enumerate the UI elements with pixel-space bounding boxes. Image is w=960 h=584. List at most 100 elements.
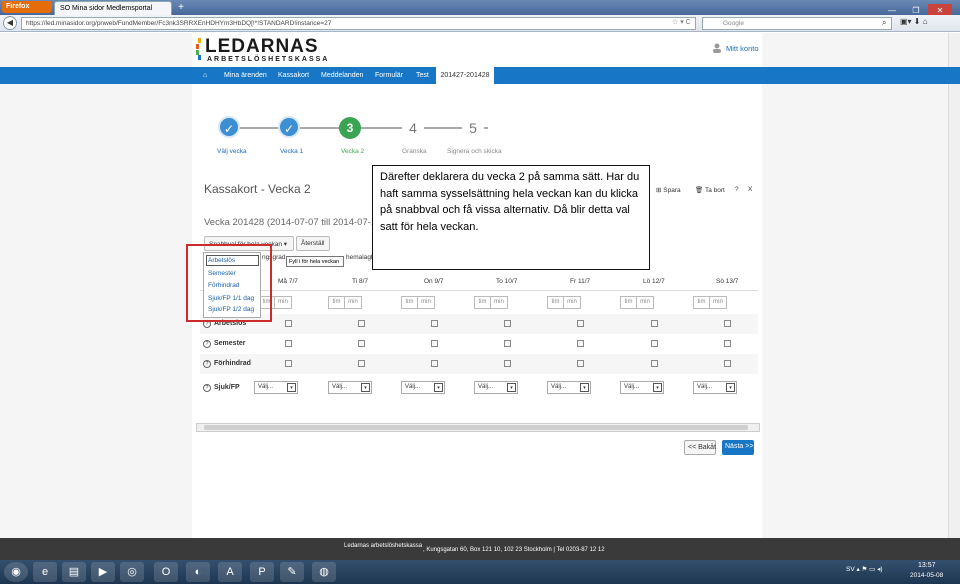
time-input[interactable]: tim min [547,296,581,309]
day-checkbox[interactable] [724,340,731,347]
sick-select[interactable]: Välj... ▾ [474,381,518,394]
sick-select[interactable]: Välj... ▾ [547,381,591,394]
help-icon[interactable]: ? [203,340,211,348]
app-icon[interactable]: ◍ [312,562,336,582]
search-input[interactable]: Google [702,17,892,30]
delete-button[interactable]: 🗑 Ta bort [695,186,725,194]
save-button[interactable]: ⊞ Spara [656,186,681,194]
day-checkbox[interactable] [651,340,658,347]
day-checkbox[interactable] [358,320,365,327]
logo-bars-icon [196,38,201,60]
step-label-granska: Granska [402,148,427,155]
time-input[interactable]: tim min [693,296,727,309]
chrome-icon[interactable]: ◎ [120,562,144,582]
firefox-icon[interactable]: ◐ [186,562,210,582]
nav-active-tab[interactable]: 201427-201428 [436,67,494,84]
day-checkbox[interactable] [285,360,292,367]
sick-select[interactable]: Välj... ▾ [620,381,664,394]
ie-icon[interactable]: e [33,562,57,582]
close-button[interactable]: X [748,186,752,193]
footer-org: Ledarnas arbetslöshetskassa [344,543,423,549]
step-label-vecka-1[interactable]: Vecka 1 [280,148,303,155]
step-label-valj-vecka[interactable]: Välj vecka [217,148,247,155]
day-checkbox[interactable] [504,320,511,327]
day-checkbox[interactable] [504,360,511,367]
start-button-icon[interactable]: ◉ [4,562,28,582]
media-player-icon[interactable]: ▶ [91,562,115,582]
day-header-tue: Ti 8/7 [352,278,369,285]
outlook-icon[interactable]: O [154,562,178,582]
search-icon[interactable]: ⌕ [882,18,886,28]
firefox-menu-button[interactable]: Firefox [2,1,52,13]
day-checkbox[interactable] [504,340,511,347]
day-checkbox[interactable] [577,320,584,327]
help-icon[interactable]: ? [203,384,211,392]
sick-select[interactable]: Välj... ▾ [693,381,737,394]
next-button[interactable]: Nästa >> [722,440,754,455]
back-button[interactable]: << Bakåt [684,440,716,455]
acrobat-icon[interactable]: A [218,562,242,582]
nav-kassakort[interactable]: Kassakort [278,72,309,79]
paint-icon[interactable]: ✎ [280,562,304,582]
home-icon[interactable]: ⌂ [203,72,207,79]
clock-date[interactable]: 2014-05-08 [910,572,943,579]
step-label-vecka-2: Vecka 2 [341,148,365,155]
user-icon [713,43,721,53]
day-checkbox[interactable] [577,340,584,347]
time-input[interactable]: tim min [401,296,435,309]
day-header-sat: Lö 12/7 [643,278,665,285]
navigation-toolbar: ◀ https://led.minasidor.org/pnweb/FundMe… [0,15,960,32]
day-checkbox[interactable] [431,340,438,347]
time-input[interactable]: tim min [620,296,654,309]
my-account-link[interactable]: Mitt konto [726,44,759,53]
folder-icon[interactable]: ▤ [62,562,86,582]
time-input[interactable]: tim min [474,296,508,309]
day-checkbox[interactable] [285,340,292,347]
day-checkbox[interactable] [577,360,584,367]
day-header-fri: Fr 11/7 [570,278,591,285]
table-row [200,314,758,334]
nav-formular[interactable]: Formulär [375,72,403,79]
column-header-partial-2: hemalagt [346,254,373,261]
tray-language[interactable]: SV ▴ ⚑ ▭ ◂) [846,565,883,573]
sick-select[interactable]: Välj... ▾ [254,381,298,394]
sick-select[interactable]: Välj... ▾ [401,381,445,394]
publisher-icon[interactable]: P [250,562,274,582]
highlight-box [186,244,272,322]
reload-icon[interactable]: ☆ ▾ C [672,18,691,26]
back-arrow-icon[interactable]: ◀ [3,16,17,30]
help-button[interactable]: ? [735,186,739,193]
nav-mina-arenden[interactable]: Mina ärenden [224,72,267,79]
time-input[interactable]: tim min [328,296,362,309]
clock-time[interactable]: 13:57 [918,562,936,569]
browser-tab[interactable]: SO Mina sidor Medlemsportal [54,1,172,15]
day-checkbox[interactable] [651,320,658,327]
day-checkbox[interactable] [431,320,438,327]
step-1-check-icon[interactable]: ✓ [218,116,240,138]
url-input[interactable]: https://led.minasidor.org/pnweb/FundMemb… [21,17,696,30]
step-2-check-icon[interactable]: ✓ [278,116,300,138]
day-checkbox[interactable] [358,340,365,347]
day-checkbox[interactable] [724,320,731,327]
toolbar-icons[interactable]: ▣▾ ⬇ ⌂ [900,17,928,26]
scrollbar-thumb[interactable] [204,425,748,430]
row-label-semester: ? Semester [203,340,246,348]
nav-test[interactable]: Test [416,72,429,79]
site-logo[interactable]: LEDARNAS [205,36,319,58]
day-header-thu: To 10/7 [496,278,518,285]
help-icon[interactable]: ? [203,360,211,368]
reset-button[interactable]: Återställ [296,236,330,251]
day-checkbox[interactable] [431,360,438,367]
new-tab-icon[interactable]: + [174,2,188,14]
sick-select[interactable]: Välj... ▾ [328,381,372,394]
vertical-scrollbar[interactable] [948,33,960,538]
page-title: Kassakort - Vecka 2 [204,182,311,196]
day-checkbox[interactable] [358,360,365,367]
os-taskbar [0,560,960,584]
day-header-mon: Må 7/7 [278,278,298,285]
day-checkbox[interactable] [285,320,292,327]
day-checkbox[interactable] [724,360,731,367]
nav-meddelanden[interactable]: Meddelanden [321,72,363,79]
day-checkbox[interactable] [651,360,658,367]
step-label-signera: Signera och skicka [447,148,502,155]
